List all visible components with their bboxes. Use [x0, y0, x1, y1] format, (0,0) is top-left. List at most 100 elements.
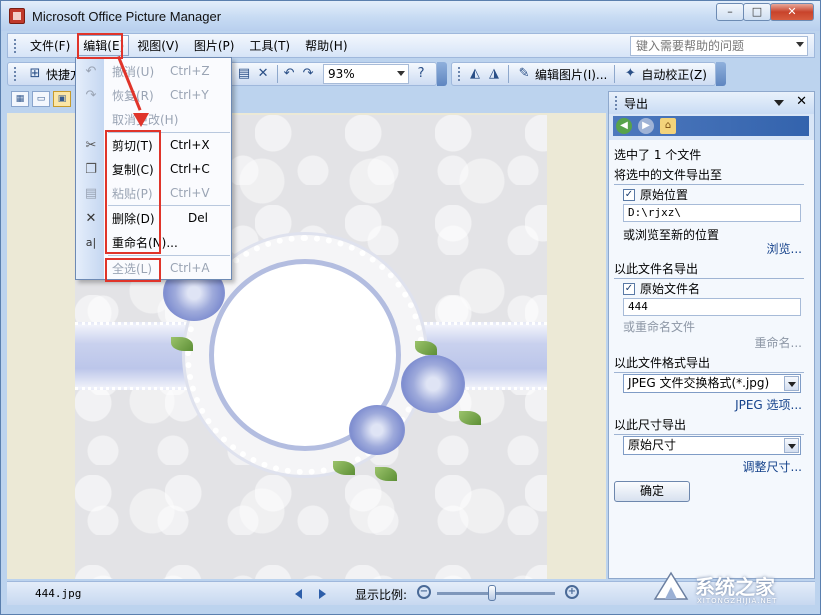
copy-icon: ❐ [85, 161, 97, 177]
close-button[interactable]: ✕ [770, 3, 814, 21]
rename-icon: a| [85, 235, 97, 249]
auto-correct-label: 自动校正(Z) [641, 67, 707, 82]
browse-new-location-text: 或浏览至新的位置 [623, 228, 720, 242]
browse-link[interactable]: 浏览... [767, 240, 802, 257]
menu-item-undo[interactable]: ↶ 撤消(U) Ctrl+Z [76, 59, 233, 83]
menu-view[interactable]: 视图(V) [130, 35, 186, 56]
file-format-value: JPEG 文件交换格式(*.jpg) [628, 376, 770, 390]
help-icon[interactable]: ? [413, 66, 429, 82]
annotation-box-cut-copy [105, 130, 161, 254]
picture-rose [349, 405, 405, 455]
next-picture-icon[interactable] [319, 589, 326, 599]
edit-picture-button[interactable]: ✎ 编辑图片(I)... [512, 64, 611, 84]
original-filename-label: 原始文件名 [640, 282, 701, 296]
toolbar-separator [508, 65, 510, 83]
pane-grip[interactable] [615, 96, 618, 110]
ok-button[interactable]: 确定 [614, 481, 690, 502]
menu-tools[interactable]: 工具(T) [242, 35, 297, 56]
chevron-down-icon [784, 438, 799, 453]
task-pane-header: 导出 ✕ [609, 92, 814, 114]
watermark-text: 系统之家 [695, 575, 775, 599]
delete-icon: ✕ [85, 210, 97, 226]
export-size-select[interactable]: 原始尺寸 [623, 436, 801, 455]
zoom-value: 93% [328, 67, 355, 81]
previous-picture-icon[interactable] [295, 589, 302, 599]
selected-count-text: 选中了 1 个文件 [614, 148, 702, 162]
chevron-down-icon [784, 376, 799, 391]
auto-correct-icon: ✦ [624, 66, 636, 81]
forward-icon[interactable]: ▶ [638, 118, 654, 134]
close-icon[interactable]: ✕ [796, 94, 807, 109]
toolbar-options[interactable] [437, 62, 448, 86]
chevron-down-icon[interactable] [796, 42, 804, 47]
original-location-checkbox[interactable]: ✓ 原始位置 [623, 186, 688, 203]
auto-correct-button[interactable]: ✦ 自动校正(Z) [618, 64, 711, 84]
file-format-select[interactable]: JPEG 文件交换格式(*.jpg) [623, 374, 801, 393]
chevron-down-icon [397, 71, 406, 76]
scissors-icon: ✂ [85, 137, 97, 153]
export-path-input[interactable]: D:\rjxz\ [623, 204, 801, 222]
filename-heading: 以此文件名导出 [614, 260, 804, 279]
export-size-value: 原始尺寸 [628, 438, 677, 452]
toolbar-options[interactable] [715, 62, 726, 86]
toolbar-grip[interactable] [458, 67, 461, 81]
original-filename-checkbox[interactable]: ✓ 原始文件名 [623, 280, 700, 297]
edit-picture-icon: ✎ [518, 66, 530, 81]
rename-link[interactable]: 重命名... [755, 334, 802, 351]
delete-icon[interactable]: ✕ [255, 66, 271, 82]
zoom-in-icon[interactable]: + [565, 585, 579, 599]
chevron-down-icon[interactable] [774, 100, 784, 106]
menu-picture[interactable]: 图片(P) [187, 35, 242, 56]
redo-icon: ↷ [85, 87, 97, 103]
menu-help[interactable]: 帮助(H) [298, 35, 354, 56]
site-watermark: 系统之家 XITONGZHIJIA.NET [651, 567, 817, 611]
format-heading: 以此文件格式导出 [614, 354, 804, 373]
zoom-select[interactable]: 93% [323, 64, 410, 84]
zoom-slider-track[interactable] [437, 592, 555, 595]
undo-icon[interactable]: ↶ [281, 66, 297, 82]
checkbox-checked-icon: ✓ [623, 282, 635, 295]
picture-leaf [333, 461, 355, 475]
jpeg-options-link[interactable]: JPEG 选项... [735, 396, 802, 413]
toolbar-grip[interactable] [14, 67, 17, 81]
paste-icon: ▤ [84, 185, 98, 201]
window-title: Microsoft Office Picture Manager [32, 8, 222, 24]
picture-rose [401, 355, 465, 413]
back-icon[interactable]: ◀ [616, 118, 632, 134]
app-window: Microsoft Office Picture Manager – □ ✕ 文… [0, 0, 821, 615]
single-picture-view-icon[interactable]: ▣ [53, 91, 71, 107]
annotation-box-select-all [105, 258, 161, 282]
annotation-box-edit-menu [77, 33, 123, 59]
watermark-logo-icon [653, 571, 689, 600]
rotate-right-icon[interactable]: ◮ [486, 66, 502, 82]
filmstrip-view-icon[interactable]: ▭ [32, 91, 50, 107]
zoom-out-icon[interactable]: − [417, 585, 431, 599]
help-search-input[interactable]: 键入需要帮助的问题 [630, 36, 808, 56]
thumbnail-view-icon[interactable]: ▦ [11, 91, 29, 107]
rename-file-text: 或重命名文件 [623, 320, 696, 334]
window-controls: – □ ✕ [716, 3, 814, 21]
home-icon[interactable]: ⌂ [660, 118, 676, 134]
watermark-subtext: XITONGZHIJIA.NET [697, 597, 778, 605]
toolbar-group-edit: ◭ ◮ ✎ 编辑图片(I)... ✦ 自动校正(Z) [451, 62, 716, 86]
task-pane-title: 导出 [624, 96, 649, 111]
original-location-label: 原始位置 [640, 188, 689, 202]
menu-item-redo[interactable]: ↷ 恢复(R) Ctrl+Y [76, 83, 233, 107]
picture-manager-icon [9, 8, 25, 24]
menu-item-discard-changes[interactable]: 取消更改(H) [76, 107, 233, 131]
maximize-button[interactable]: □ [743, 3, 771, 21]
resize-link[interactable]: 调整尺寸... [743, 458, 802, 475]
minimize-button[interactable]: – [716, 3, 744, 21]
rotate-left-icon[interactable]: ◭ [467, 66, 483, 82]
menu-file[interactable]: 文件(F) [23, 35, 77, 56]
paste-icon[interactable]: ▤ [236, 66, 252, 82]
menubar-grip[interactable] [14, 38, 17, 53]
redo-icon[interactable]: ↷ [300, 66, 316, 82]
help-search-placeholder: 键入需要帮助的问题 [636, 39, 745, 53]
menu-bar: 文件(F) 编辑(E) 视图(V) 图片(P) 工具(T) 帮助(H) 键入需要… [7, 33, 815, 58]
filename-input[interactable]: 444 [623, 298, 801, 316]
title-bar: Microsoft Office Picture Manager – □ ✕ [1, 1, 820, 31]
toolbar-separator [614, 65, 616, 83]
zoom-slider-thumb[interactable] [488, 585, 496, 601]
size-heading: 以此尺寸导出 [614, 416, 804, 435]
